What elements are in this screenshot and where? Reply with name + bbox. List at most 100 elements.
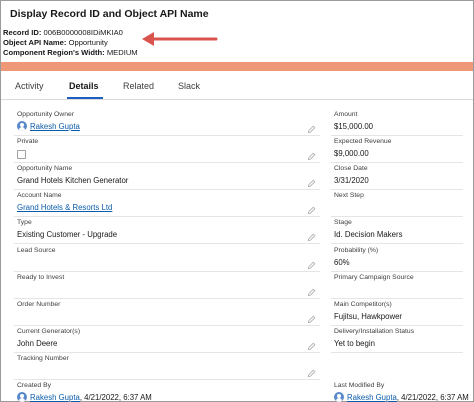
value-text: 3/31/2020: [334, 176, 369, 186]
field-value: $15,000.00: [334, 122, 373, 131]
field-label: Tracking Number: [17, 354, 69, 362]
field-value: 60%: [334, 258, 350, 267]
value-text: $15,000.00: [334, 122, 374, 131]
edit-pencil-icon[interactable]: [307, 365, 316, 378]
field-value[interactable]: Rakesh Gupta, 4/21/2022, 6:37 AM: [347, 393, 469, 402]
field-label: Current Generator(s): [17, 327, 81, 335]
edit-pencil-icon[interactable]: [307, 311, 316, 323]
field-value[interactable]: Grand Hotels & Resorts Ltd: [17, 203, 112, 212]
field-opportunity-owner: Opportunity Owner Rakesh Gupta: [14, 110, 320, 136]
edit-pencil-icon[interactable]: [307, 338, 316, 350]
value-text: Yet to begin: [334, 338, 375, 348]
field-current-generator-s: Current Generator(s) John Deere: [14, 327, 320, 353]
field-label: Created By: [17, 382, 52, 389]
edit-pencil-icon[interactable]: [307, 257, 316, 269]
region-width-label: Component Region's Width:: [3, 48, 105, 57]
tab-slack[interactable]: Slack: [178, 81, 200, 91]
record-id-label: Record ID:: [3, 28, 42, 37]
value-text: $9,000.00: [334, 149, 369, 159]
value-text: John Deere: [17, 338, 58, 348]
field-label: Ready to Invest: [17, 273, 65, 281]
field-label: Next Step: [334, 192, 364, 200]
field-label: Expected Revenue: [334, 138, 392, 146]
field-label: Main Competitor(s): [334, 300, 392, 308]
value-text: Existing Customer - Upgrade: [17, 230, 118, 240]
region-width-line: Component Region's Width: MEDIUM: [3, 48, 138, 57]
tab-related[interactable]: Related: [123, 81, 154, 91]
region-width-value: MEDIUM: [106, 48, 138, 57]
record-link[interactable]: Rakesh Gupta: [30, 122, 80, 131]
annotation-arrow-icon: [142, 32, 218, 46]
edit-pencil-icon[interactable]: [307, 202, 316, 215]
value-text: Id. Decision Makers: [334, 230, 403, 240]
tab-activity[interactable]: Activity: [15, 81, 44, 91]
field-label: Opportunity Owner: [17, 111, 75, 118]
field-value: 3/31/2020: [334, 176, 369, 185]
field-next-step: Next Step: [331, 191, 463, 218]
timestamp: , 4/21/2022, 6:37 AM: [396, 393, 469, 402]
field-label: Last Modified By: [334, 382, 385, 389]
field-stage: Stage Id. Decision Makers: [331, 218, 463, 245]
record-tabs: Activity Details Related Slack: [1, 74, 473, 100]
field-close-date: Close Date 3/31/2020: [331, 164, 463, 191]
user-avatar-icon: [334, 392, 344, 402]
edit-pencil-icon[interactable]: [307, 175, 316, 188]
field-label: Amount: [334, 111, 358, 118]
field-last-modified-by: Last Modified By Rakesh Gupta, 4/21/2022,…: [331, 381, 469, 402]
field-value[interactable]: Rakesh Gupta: [30, 122, 80, 131]
object-api-line: Object API Name: Opportunity: [3, 38, 108, 47]
field-value[interactable]: Rakesh Gupta, 4/21/2022, 6:37 AM: [30, 393, 152, 402]
user-avatar-icon: [17, 121, 27, 131]
edit-pencil-icon[interactable]: [307, 229, 316, 242]
field-account-name: Account Name Grand Hotels & Resorts Ltd: [14, 191, 320, 218]
field-lead-source: Lead Source: [14, 246, 320, 272]
field-type: Type Existing Customer - Upgrade: [14, 218, 320, 245]
edit-pencil-icon[interactable]: [307, 148, 316, 161]
field-label: Probability (%): [334, 246, 379, 254]
field-value: Yet to begin: [334, 339, 375, 348]
field-primary-campaign-source: Primary Campaign Source: [331, 273, 463, 299]
field-value: Fujitsu, Hawkpower: [334, 312, 402, 321]
field-label: Account Name: [17, 192, 62, 200]
field-main-competitor-s: Main Competitor(s) Fujitsu, Hawkpower: [331, 300, 463, 326]
tab-details[interactable]: Details: [69, 81, 99, 91]
field-label: Delivery/Installation Status: [334, 327, 415, 335]
field-value: Id. Decision Makers: [334, 230, 402, 239]
field-private: Private: [14, 137, 320, 164]
field-opportunity-name: Opportunity Name Grand Hotels Kitchen Gen…: [14, 164, 320, 191]
field-value: $9,000.00: [334, 149, 369, 158]
private-checkbox[interactable]: [17, 150, 26, 160]
record-id-value: 006B0000008IDiMKIA0: [43, 28, 123, 37]
edit-pencil-icon[interactable]: [307, 121, 316, 134]
field-created-by: Created By Rakesh Gupta, 4/21/2022, 6:37 …: [14, 381, 320, 402]
field-delivery-installation-status: Delivery/Installation Status Yet to begin: [331, 327, 463, 353]
lwc-header-card: Display Record ID and Object API Name Re…: [1, 1, 473, 63]
value-text: 60%: [334, 257, 350, 267]
record-link[interactable]: Rakesh Gupta: [30, 393, 80, 402]
edit-pencil-icon[interactable]: [307, 284, 316, 296]
card-title: Display Record ID and Object API Name: [10, 8, 209, 20]
field-value: Grand Hotels Kitchen Generator: [17, 176, 128, 185]
field-label: Type: [17, 219, 32, 227]
field-expected-revenue: Expected Revenue $9,000.00: [331, 137, 463, 164]
field-order-number: Order Number: [14, 300, 320, 326]
field-label: Stage: [334, 219, 352, 227]
field-value: Existing Customer - Upgrade: [17, 230, 117, 239]
field-label: Close Date: [334, 165, 368, 173]
user-avatar-icon: [17, 392, 27, 402]
record-link[interactable]: Grand Hotels & Resorts Ltd: [17, 203, 112, 212]
field-label: Opportunity Name: [17, 165, 73, 173]
value-text: Grand Hotels Kitchen Generator: [17, 176, 129, 186]
highlight-band: [1, 62, 473, 71]
record-link[interactable]: Rakesh Gupta: [347, 393, 397, 402]
field-ready-to-invest: Ready to Invest: [14, 273, 320, 299]
timestamp: , 4/21/2022, 6:37 AM: [79, 393, 152, 402]
field-label: Primary Campaign Source: [334, 273, 414, 281]
field-label: Lead Source: [17, 246, 56, 254]
object-api-value: Opportunity: [68, 38, 108, 47]
record-id-line: Record ID: 006B0000008IDiMKIA0: [3, 28, 123, 37]
field-amount: Amount $15,000.00: [331, 110, 463, 136]
field-tracking-number: Tracking Number: [14, 354, 320, 380]
active-tab-indicator: [67, 97, 103, 99]
field-probability: Probability (%) 60%: [331, 246, 463, 272]
